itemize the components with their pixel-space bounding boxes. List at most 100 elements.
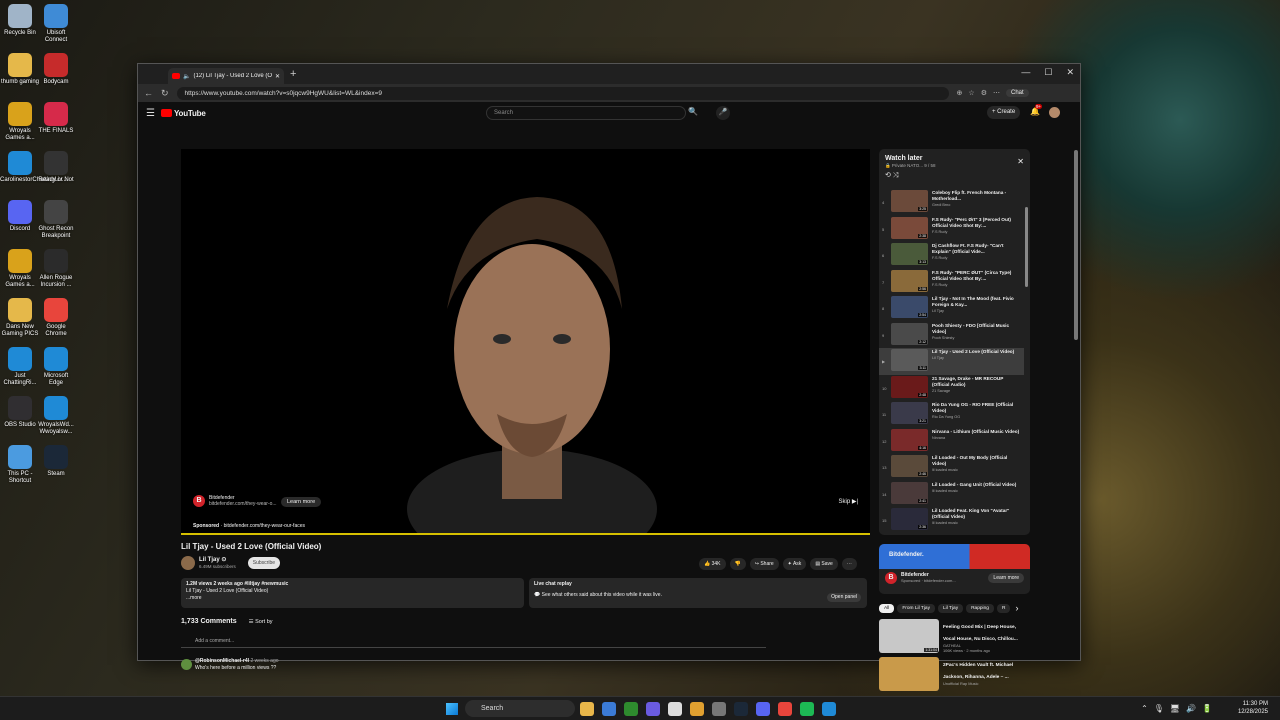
store-icon[interactable] bbox=[602, 702, 616, 716]
commenter-avatar[interactable] bbox=[181, 659, 192, 670]
chat-button[interactable]: Chat bbox=[1005, 89, 1029, 97]
search-icon[interactable]: 🔍 bbox=[688, 107, 698, 116]
close-playlist-icon[interactable]: ✕ bbox=[1017, 157, 1024, 166]
playlist-item[interactable]: 5 2:38 F.S Rudy- "Perc Ørt" 3 (Perced Out)… bbox=[879, 216, 1024, 243]
desktop-icon[interactable]: Wroyals Games a... bbox=[0, 102, 40, 142]
settings-icon[interactable] bbox=[712, 702, 726, 716]
files-icon[interactable] bbox=[690, 702, 704, 716]
description-box[interactable]: 1.2M views 2 weeks ago #liltjay #newmusi… bbox=[181, 578, 524, 608]
desktop-icon[interactable]: Recycle Bin bbox=[0, 4, 40, 37]
share-button[interactable]: ↪ Share bbox=[749, 558, 779, 570]
desktop-icon[interactable]: thumb gaming bbox=[0, 53, 40, 86]
xbox-icon[interactable] bbox=[624, 702, 638, 716]
tab-youtube[interactable]: 🔈 (12) Lil Tjay - Used 2 Love (Offi ✕ bbox=[168, 68, 284, 84]
playlist-item[interactable]: 15 2:36 Lil Loaded Feat. King Von "Avatar"… bbox=[879, 507, 1024, 534]
more-icon[interactable]: ⋯ bbox=[993, 89, 1000, 97]
desktop-icon[interactable]: WroyalsWd... Wwoyalsw... bbox=[36, 396, 76, 436]
more-actions-button[interactable]: ⋯ bbox=[841, 558, 857, 570]
ad-card-learn-more-button[interactable]: Learn more bbox=[988, 573, 1024, 583]
desktop-icon[interactable]: This PC - Shortcut bbox=[0, 445, 40, 485]
microphone-icon[interactable]: 🎤 bbox=[716, 106, 730, 120]
ask-button[interactable]: ✦ Ask bbox=[782, 558, 807, 570]
favorite-icon[interactable]: ☆ bbox=[968, 89, 974, 97]
search-input[interactable]: Search bbox=[486, 106, 686, 120]
playlist-scrollbar[interactable] bbox=[1025, 207, 1028, 287]
channel-name[interactable]: Lil Tjay ⊙ bbox=[199, 557, 236, 564]
desktop-icon[interactable]: Steam bbox=[36, 445, 76, 478]
desktop-icon[interactable]: Discord bbox=[0, 200, 40, 233]
filter-chip[interactable]: From Lil Tjay bbox=[897, 604, 935, 613]
playlist-item[interactable]: 7 2:56 F.S Rudy- "PERC ØUT" (Circa Type) O… bbox=[879, 269, 1024, 296]
close-window-icon[interactable]: ✕ bbox=[1066, 67, 1074, 78]
desktop-icon[interactable]: Bodycam bbox=[36, 53, 76, 86]
hamburger-menu-icon[interactable]: ☰ bbox=[146, 108, 155, 119]
channel-avatar[interactable] bbox=[181, 556, 195, 570]
desktop-icon[interactable]: Ubisoft Connect bbox=[36, 4, 76, 44]
playlist-item[interactable]: 13 2:46 Lil Loaded - Out My Body (Official… bbox=[879, 454, 1024, 481]
playlist-title[interactable]: Watch later bbox=[879, 149, 1030, 163]
skip-ad-button[interactable]: Skip ▶| bbox=[838, 498, 858, 505]
chrome-icon[interactable] bbox=[778, 702, 792, 716]
desktop-icon[interactable]: THE FINALS bbox=[36, 102, 76, 135]
video-player[interactable]: B Bitdefender bitdefender.com/they-wear-… bbox=[181, 149, 870, 535]
spotify-icon[interactable] bbox=[800, 702, 814, 716]
add-comment-input[interactable]: Add a comment... bbox=[181, 636, 766, 648]
description-more[interactable]: ...more bbox=[186, 595, 519, 602]
filter-chip[interactable]: Rapping bbox=[966, 604, 994, 613]
playlist-controls[interactable]: ⟲ ⤨ bbox=[879, 169, 1030, 184]
page-scrollbar[interactable] bbox=[1074, 150, 1078, 340]
comment-author[interactable]: @RobinsonMichael-r4l bbox=[195, 658, 249, 664]
playlist-item[interactable]: 9 2:12 Pooh Shiesty - FDO [Official Music … bbox=[879, 322, 1024, 349]
filter-chip[interactable]: R bbox=[996, 604, 1011, 613]
extensions-icon[interactable]: ⚙ bbox=[981, 89, 987, 97]
playlist-item[interactable]: 4 3:25 Coleboy Flip ft. French Montana - M… bbox=[879, 189, 1024, 216]
edge-icon[interactable] bbox=[822, 702, 836, 716]
playlist-item[interactable]: 6 3:13 Dj Cashflow Ft. F.S Rudy- "Can't Ex… bbox=[879, 242, 1024, 269]
youtube-logo[interactable]: YouTube bbox=[160, 109, 206, 118]
ad-card[interactable]: Bitdefender. B Bitdefender Sponsored · b… bbox=[879, 544, 1030, 594]
url-field[interactable]: https://www.youtube.com/watch?v=s0jqcw9H… bbox=[176, 86, 949, 100]
clock[interactable]: 11:30 PM 12/28/2025 bbox=[1238, 700, 1268, 716]
account-avatar[interactable] bbox=[1049, 107, 1060, 118]
system-tray[interactable]: ⌃🎙🖥🔊🔋 bbox=[1141, 704, 1218, 713]
notifications-icon[interactable]: 🔔 9+ bbox=[1030, 104, 1043, 116]
back-icon[interactable]: ← bbox=[144, 88, 153, 98]
recommended-video[interactable]: 2Pac's Hidden Vault ft. Michael Jackson,… bbox=[879, 657, 1029, 693]
desktop-icon[interactable]: Just ChattingRi... bbox=[0, 347, 40, 387]
maximize-icon[interactable]: ☐ bbox=[1044, 67, 1052, 78]
desktop-icon[interactable]: Dans New Gaming PICS bbox=[0, 298, 40, 338]
dislike-button[interactable]: 👎 bbox=[729, 558, 746, 570]
desktop-icon[interactable]: Microsoft Edge bbox=[36, 347, 76, 387]
ad-brand[interactable]: B Bitdefender bitdefender.com/they-wear-… bbox=[193, 495, 277, 507]
filter-chip[interactable]: All bbox=[879, 604, 895, 613]
new-tab-button[interactable]: + bbox=[290, 68, 296, 80]
progress-bar[interactable] bbox=[181, 533, 870, 535]
subscribe-button[interactable]: Subscribe bbox=[247, 557, 280, 569]
chips-next-icon[interactable]: › bbox=[1015, 604, 1018, 613]
discord-icon[interactable] bbox=[756, 702, 770, 716]
desktop-icon[interactable]: CarolinestorChattingLiv... bbox=[0, 151, 67, 184]
desktop-icon[interactable]: Allen Rogue Incursion ... bbox=[36, 249, 76, 289]
playlist-item[interactable]: ▶ 3:11 Lil Tjay - Used 2 Love (Official Vi… bbox=[879, 348, 1024, 375]
playlist-item[interactable]: 8 2:54 Lil Tjay - Not In The Mood (feat. F… bbox=[879, 295, 1024, 322]
save-button[interactable]: ▤ Save bbox=[810, 558, 838, 570]
close-tab-icon[interactable]: ✕ bbox=[275, 73, 280, 80]
speaker-icon[interactable]: 🔈 bbox=[183, 73, 190, 80]
sort-by-button[interactable]: ☰ Sort by bbox=[249, 619, 273, 625]
start-button[interactable] bbox=[446, 703, 458, 715]
taskbar-search[interactable]: Search bbox=[465, 700, 575, 717]
create-button[interactable]: + Create bbox=[987, 106, 1021, 119]
desktop-icon[interactable]: Wroyals Games a... bbox=[0, 249, 40, 289]
copilot-icon[interactable] bbox=[646, 702, 660, 716]
playlist-item[interactable]: 11 3:21 Rio Da Yung OG - RIO FREE (Officia… bbox=[879, 401, 1024, 428]
playlist-item[interactable]: 12 4:16 Nirvana - Lithium (Official Music … bbox=[879, 428, 1024, 455]
minimize-icon[interactable]: — bbox=[1021, 67, 1030, 78]
playlist-item[interactable]: 14 2:41 Lil Loaded - Gang Unit (Official V… bbox=[879, 481, 1024, 508]
playlist-item[interactable]: 10 2:48 21 Savage, Drake - MR RECOUP (Offi… bbox=[879, 375, 1024, 402]
like-button[interactable]: 👍 34K bbox=[699, 558, 726, 570]
refresh-icon[interactable]: ↻ bbox=[161, 88, 169, 99]
steam-icon[interactable] bbox=[734, 702, 748, 716]
desktop-icon[interactable]: Google Chrome bbox=[36, 298, 76, 338]
notepad-icon[interactable] bbox=[668, 702, 682, 716]
desktop-icon[interactable]: Ready or Not bbox=[36, 151, 76, 184]
